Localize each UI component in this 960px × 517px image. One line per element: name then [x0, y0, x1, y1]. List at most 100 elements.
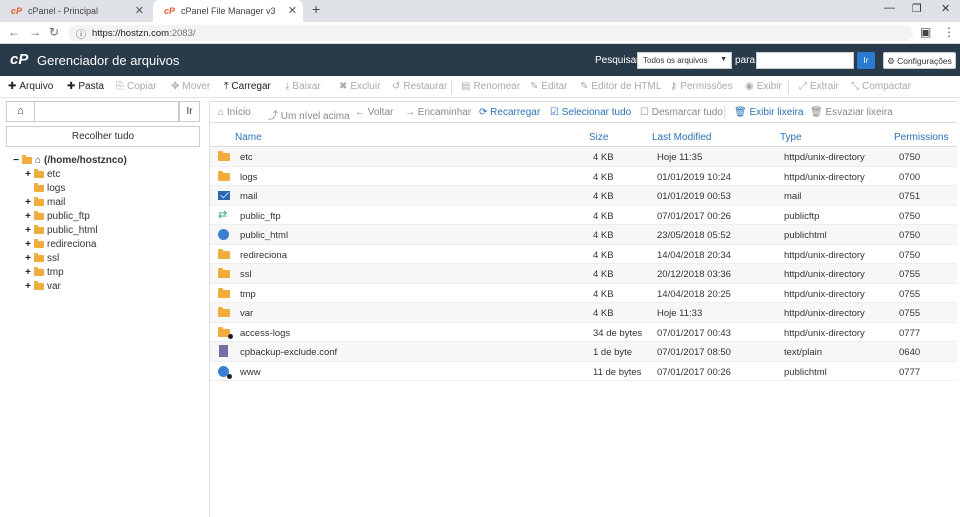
file-size: 4 KB: [593, 249, 614, 261]
select-all-button[interactable]: ☑ Selecionar tudo: [550, 107, 631, 118]
expand-icon[interactable]: +: [24, 169, 32, 180]
table-row[interactable]: etc 4 KB Hoje 11:35 httpd/unix-directory 075…: [210, 147, 957, 167]
column-header-permissions[interactable]: Permissions: [894, 132, 948, 143]
forward-button[interactable]: → Encaminhar: [405, 107, 471, 118]
refresh-icon: ⟳: [479, 107, 491, 118]
close-tab-icon[interactable]: ✕: [288, 4, 297, 17]
tree-item-etc[interactable]: + etc: [24, 167, 60, 181]
collapse-icon[interactable]: −: [12, 155, 20, 166]
path-input[interactable]: [34, 101, 179, 122]
tree-item-logs[interactable]: logs: [24, 181, 65, 195]
tree-item-var[interactable]: + var: [24, 279, 61, 293]
settings-button[interactable]: ⚙ Configurações: [883, 52, 956, 69]
download-button[interactable]: ⤓ Baixar: [285, 81, 321, 92]
extract-button[interactable]: ⤢ Extrair: [799, 81, 839, 92]
table-row[interactable]: logs 4 KB 01/01/2019 10:24 httpd/unix-direc…: [210, 167, 957, 186]
edit-button[interactable]: ✎ Editar: [530, 81, 568, 92]
deselect-all-button[interactable]: ☐ Desmarcar tudo: [640, 107, 723, 118]
browser-menu-icon[interactable]: ⋮: [943, 25, 955, 39]
delete-button[interactable]: ✖ Excluir: [339, 81, 380, 92]
expand-icon[interactable]: +: [24, 281, 32, 292]
close-tab-icon[interactable]: ✕: [135, 4, 144, 17]
permissions-button[interactable]: ⚷ Permissões: [670, 81, 733, 92]
view-trash-button[interactable]: 🗑 Exibir lixeira: [734, 107, 803, 118]
search-scope-select[interactable]: Todos os arquivos ▼: [637, 52, 732, 69]
table-row[interactable]: ssl 4 KB 20/12/2018 03:36 httpd/unix-direct…: [210, 264, 957, 284]
home-nav-button[interactable]: ⌂ Início: [218, 107, 251, 118]
back-button[interactable]: ← Voltar: [355, 107, 393, 118]
copy-button[interactable]: ⎘ Copiar: [116, 81, 156, 92]
plus-icon: ✚: [8, 81, 17, 92]
table-row[interactable]: www 11 de bytes 07/01/2017 00:26 publichtml…: [210, 362, 957, 381]
column-header-name[interactable]: Name: [235, 132, 262, 143]
ftp-transfer-icon: ⇄: [218, 208, 228, 221]
table-row[interactable]: mail 4 KB 01/01/2019 00:53 mail 0751: [210, 186, 957, 206]
upload-button[interactable]: ⤒ Carregar: [224, 81, 271, 92]
table-row[interactable]: ⇄ public_ftp 4 KB 07/01/2017 00:26 publicftp…: [210, 206, 957, 225]
browser-tab-file-manager[interactable]: cP cPanel File Manager v3 ✕: [153, 0, 303, 22]
expand-icon[interactable]: +: [24, 211, 32, 222]
move-button[interactable]: ✥ Mover: [171, 81, 210, 92]
expand-icon[interactable]: +: [24, 267, 32, 278]
browser-tab-principal[interactable]: cP cPanel - Principal ✕: [0, 0, 150, 22]
extension-icon[interactable]: ▣: [920, 25, 931, 39]
reload-button[interactable]: ⟳ Recarregar: [479, 107, 540, 118]
file-name: var: [240, 308, 254, 319]
file-type: httpd/unix-directory: [784, 171, 865, 183]
tree-item-ssl[interactable]: + ssl: [24, 251, 59, 265]
url-input[interactable]: ⓘ https://hostzn.com:2083/: [68, 25, 913, 41]
column-header-last-modified[interactable]: Last Modified: [652, 132, 711, 143]
site-info-icon[interactable]: ⓘ: [76, 26, 86, 41]
path-go-button[interactable]: Ir: [179, 101, 200, 122]
tree-item-public-ftp[interactable]: + public_ftp: [24, 209, 90, 223]
view-button[interactable]: ◉ Exibir: [745, 81, 782, 92]
table-row[interactable]: redireciona 4 KB 14/04/2018 20:34 httpd/uni…: [210, 245, 957, 264]
new-file-button[interactable]: ✚ Arquivo: [8, 81, 53, 92]
new-tab-icon[interactable]: +: [312, 1, 320, 17]
reload-icon[interactable]: ↻: [49, 25, 59, 39]
tree-item-redireciona[interactable]: + redireciona: [24, 237, 96, 251]
collapse-all-button[interactable]: Recolher tudo: [6, 126, 200, 147]
column-header-size[interactable]: Size: [589, 132, 608, 143]
maximize-icon[interactable]: ❐: [912, 2, 922, 15]
file-modified: 23/05/2018 05:52: [657, 230, 731, 241]
restore-button[interactable]: ↺ Restaurar: [392, 81, 447, 92]
file-size: 4 KB: [593, 171, 614, 183]
window-close-icon[interactable]: ✕: [941, 2, 950, 15]
minimize-icon[interactable]: —: [884, 2, 895, 14]
file-modified: Hoje 11:33: [657, 308, 703, 319]
file-name: access-logs: [240, 327, 291, 339]
search-input[interactable]: [756, 52, 854, 69]
expand-icon[interactable]: +: [24, 239, 32, 250]
table-row[interactable]: cpbackup-exclude.conf 1 de byte 07/01/2017…: [210, 342, 957, 362]
restore-icon: ↺: [392, 81, 401, 92]
back-arrow-icon[interactable]: ←: [8, 25, 20, 39]
tree-root[interactable]: − ⌂ (/home/hostznco): [12, 153, 127, 167]
column-header-type[interactable]: Type: [780, 132, 802, 143]
file-name: public_html: [240, 230, 289, 241]
table-row[interactable]: var 4 KB Hoje 11:33 httpd/unix-directory 075…: [210, 303, 957, 323]
new-folder-button[interactable]: ✚ Pasta: [67, 81, 104, 92]
up-one-level-button[interactable]: ⤴ Um nível acima: [268, 107, 350, 122]
table-row[interactable]: access-logs 34 de bytes 07/01/2017 00:43 ht…: [210, 323, 957, 342]
tree-item-mail[interactable]: + mail: [24, 195, 65, 209]
compress-button[interactable]: ⤡ Compactar: [851, 81, 911, 92]
html-editor-button[interactable]: ✎ Editor de HTML: [580, 81, 661, 92]
file-name: ssl: [240, 269, 252, 280]
file-name: cpbackup-exclude.conf: [240, 347, 338, 358]
file-name: redireciona: [240, 249, 287, 261]
forward-arrow-icon[interactable]: →: [29, 25, 41, 39]
search-go-button[interactable]: Ir: [857, 52, 875, 69]
sidebar-home-button[interactable]: ⌂: [6, 101, 34, 122]
table-row[interactable]: tmp 4 KB 14/04/2018 20:25 httpd/unix-direct…: [210, 284, 957, 303]
expand-icon[interactable]: +: [24, 225, 32, 236]
tree-item-public-html[interactable]: + public_html: [24, 223, 98, 237]
expand-icon[interactable]: +: [24, 197, 32, 208]
delete-icon: ✖: [339, 81, 348, 92]
tree-item-tmp[interactable]: + tmp: [24, 265, 64, 279]
table-row[interactable]: public_html 4 KB 23/05/2018 05:52 publichtm…: [210, 225, 957, 245]
empty-trash-button[interactable]: 🗑 Esvaziar lixeira: [810, 107, 893, 118]
rename-button[interactable]: ▤ Renomear: [461, 81, 520, 92]
file-name: mail: [240, 191, 258, 202]
expand-icon[interactable]: +: [24, 253, 32, 264]
